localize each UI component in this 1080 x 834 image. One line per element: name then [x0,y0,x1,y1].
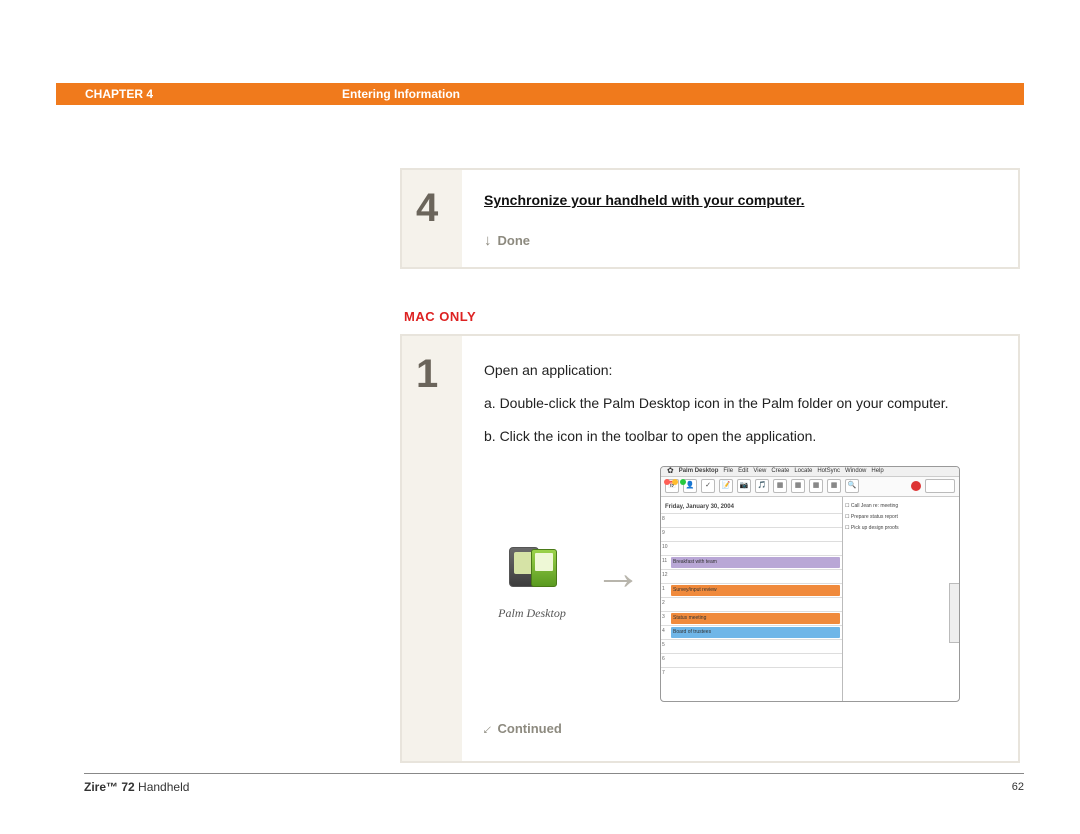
tasks-pane: ☐ Call Jean re: meeting☐ Prepare status … [843,497,959,701]
calendar-slot: 4Board of trustees [661,625,842,639]
calendar-event: Status meeting [671,613,840,624]
continued-indicator: ↓ Continued [484,716,1006,743]
toolbar-button: ▦ [773,479,787,493]
menu-item: Window [845,466,866,477]
toolbar-button: 🔍 [845,479,859,493]
hotsync-icon [911,481,921,491]
step-1-item-a: a. Double-click the Palm Desktop icon in… [484,391,1006,416]
page-footer: Zire™ 72 Handheld 62 [84,773,1024,794]
user-selector [925,479,955,493]
calendar-slot: 12 [661,569,842,583]
task-item: ☐ Call Jean re: meeting [845,501,957,512]
menu-item: Help [871,466,883,477]
done-indicator: ↓ Done [484,232,998,249]
toolbar-button: 🎵 [755,479,769,493]
calendar-event: Breakfast with team [671,557,840,568]
window-traffic-lights [664,479,686,485]
continued-label: Continued [498,717,562,740]
mac-only-label: MAC ONLY [404,309,476,324]
toolbar-button: ✓ [701,479,715,493]
calendar-slot: 8 [661,513,842,527]
calendar-event: Survey/input review [671,585,840,596]
chapter-title: Entering Information [342,87,460,101]
step-4-box: 4 Synchronize your handheld with your co… [400,168,1020,269]
toolbar-button: 📝 [719,479,733,493]
date-label: Friday, January 30, 2004 [661,501,842,514]
calendar-slot: 5 [661,639,842,653]
done-label: Done [498,233,531,248]
menu-item: Locate [794,466,812,477]
chapter-label: CHAPTER 4 [85,87,153,101]
step-1-intro: Open an application: [484,358,1006,383]
calendar-slot: 2 [661,597,842,611]
menu-item: View [753,466,766,477]
calendar-slot: 7 [661,667,842,681]
menu-item: Edit [738,466,748,477]
calendar-slot: 1Survey/input review [661,583,842,597]
menu-item: HotSync [817,466,840,477]
calendar-event: Board of trustees [671,627,840,638]
calendar-slot: 10 [661,541,842,555]
palm-desktop-caption: Palm Desktop [484,603,580,625]
chapter-header: CHAPTER 4 Entering Information [56,83,1024,105]
toolbar-button: ▦ [827,479,841,493]
step-1-number: 1 [402,336,462,761]
toolbar-button: 📷 [737,479,751,493]
calendar-slot: 11Breakfast with team [661,555,842,569]
down-arrow-icon: ↓ [484,232,492,249]
product-name: Zire™ 72 Handheld [84,780,189,794]
menu-item: File [723,466,733,477]
step-4-number: 4 [402,170,462,267]
sync-link[interactable]: Synchronize your handheld with your comp… [484,192,804,208]
page-number: 62 [1012,781,1024,793]
toolbar-button: ▦ [809,479,823,493]
calendar-slot: 3Status meeting [661,611,842,625]
side-tabs [949,583,959,643]
palm-desktop-screenshot: ✿ Palm Desktop File Edit View Create Loc… [660,466,960,702]
task-item: ☐ Pick up design proofs [845,523,957,534]
toolbar-button: ▦ [791,479,805,493]
right-arrow-icon: → [594,531,642,617]
toolbar: 📅 👤 ✓ 📝 📷 🎵 ▦ ▦ ▦ ▦ 🔍 [661,477,959,497]
step-1-box: 1 Open an application: a. Double-click t… [400,334,1020,763]
step-1-item-b: b. Click the icon in the toolbar to open… [484,424,1006,449]
calendar-pane: Friday, January 30, 2004 891011Breakfast… [661,497,843,701]
calendar-slot: 9 [661,527,842,541]
palm-desktop-icon-block: Palm Desktop [484,543,580,625]
app-name: Palm Desktop [679,466,719,477]
palm-desktop-icon [505,543,559,597]
screenshot-row: Palm Desktop → ✿ Palm Desktop File Edit … [484,466,1006,702]
task-item: ☐ Prepare status report [845,512,957,523]
calendar-slot: 6 [661,653,842,667]
menubar: ✿ Palm Desktop File Edit View Create Loc… [661,467,959,477]
apple-menu-icon: ✿ [667,466,674,479]
menu-item: Create [771,466,789,477]
diagonal-arrow-icon: ↓ [476,717,500,741]
